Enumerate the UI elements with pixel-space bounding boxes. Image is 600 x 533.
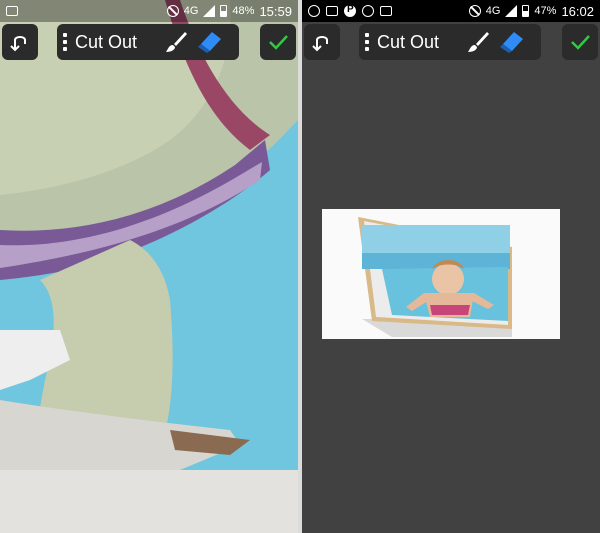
drag-handle-icon[interactable]	[365, 33, 369, 51]
left-screen: 4G 48% 15:59 Cut Out	[0, 0, 298, 533]
drag-handle-icon[interactable]	[63, 33, 67, 51]
checkmark-icon	[571, 35, 590, 50]
checkmark-icon	[269, 35, 288, 50]
eraser-button[interactable]	[497, 27, 527, 57]
do-not-disturb-icon	[468, 5, 481, 17]
do-not-disturb-icon	[166, 5, 179, 17]
right-screen: 4G 47% 16:02 Cut Out	[302, 0, 600, 533]
editor-toolbar: Cut Out	[0, 22, 298, 62]
message-icon	[326, 6, 338, 16]
confirm-button[interactable]	[562, 24, 598, 60]
eraser-button[interactable]	[195, 27, 225, 57]
undo-icon	[10, 36, 26, 52]
undo-icon	[312, 36, 328, 52]
line-icon	[362, 5, 374, 17]
status-bar: 4G 48% 15:59	[0, 0, 298, 22]
clock: 16:02	[561, 3, 594, 19]
brush-icon	[468, 32, 489, 52]
pinterest-icon	[344, 4, 356, 17]
battery-icon	[220, 5, 228, 17]
network-type: 4G	[485, 5, 501, 17]
photo-canvas[interactable]	[322, 209, 560, 339]
tool-group: Cut Out	[57, 24, 239, 60]
editor-toolbar: Cut Out	[302, 22, 600, 62]
tool-group: Cut Out	[359, 24, 541, 60]
image-icon	[380, 6, 392, 16]
network-type: 4G	[183, 5, 199, 17]
battery-percent: 47%	[534, 5, 557, 17]
wechat-icon	[308, 5, 320, 17]
notification-icons	[302, 4, 392, 17]
notification-icons	[0, 6, 18, 16]
screens-container: 4G 48% 15:59 Cut Out P 4G 47% 16:02 Cut …	[0, 0, 600, 533]
eraser-icon	[198, 32, 221, 53]
signal-icon	[203, 5, 216, 17]
brush-button[interactable]	[463, 27, 493, 57]
battery-icon	[522, 5, 530, 17]
eraser-icon	[500, 32, 523, 53]
mode-label[interactable]: Cut Out	[377, 32, 459, 53]
mode-label[interactable]: Cut Out	[75, 32, 157, 53]
signal-icon	[505, 5, 518, 17]
brush-icon	[166, 32, 187, 52]
clock: 15:59	[259, 3, 292, 19]
confirm-button[interactable]	[260, 24, 296, 60]
brush-button[interactable]	[161, 27, 191, 57]
undo-button[interactable]	[2, 24, 38, 60]
message-icon	[6, 6, 18, 16]
status-bar: 4G 47% 16:02	[302, 0, 600, 22]
phone-frame-photo	[322, 209, 560, 339]
undo-button[interactable]	[304, 24, 340, 60]
battery-percent: 48%	[232, 5, 255, 17]
zoomed-photo-canvas[interactable]	[0, 0, 298, 533]
